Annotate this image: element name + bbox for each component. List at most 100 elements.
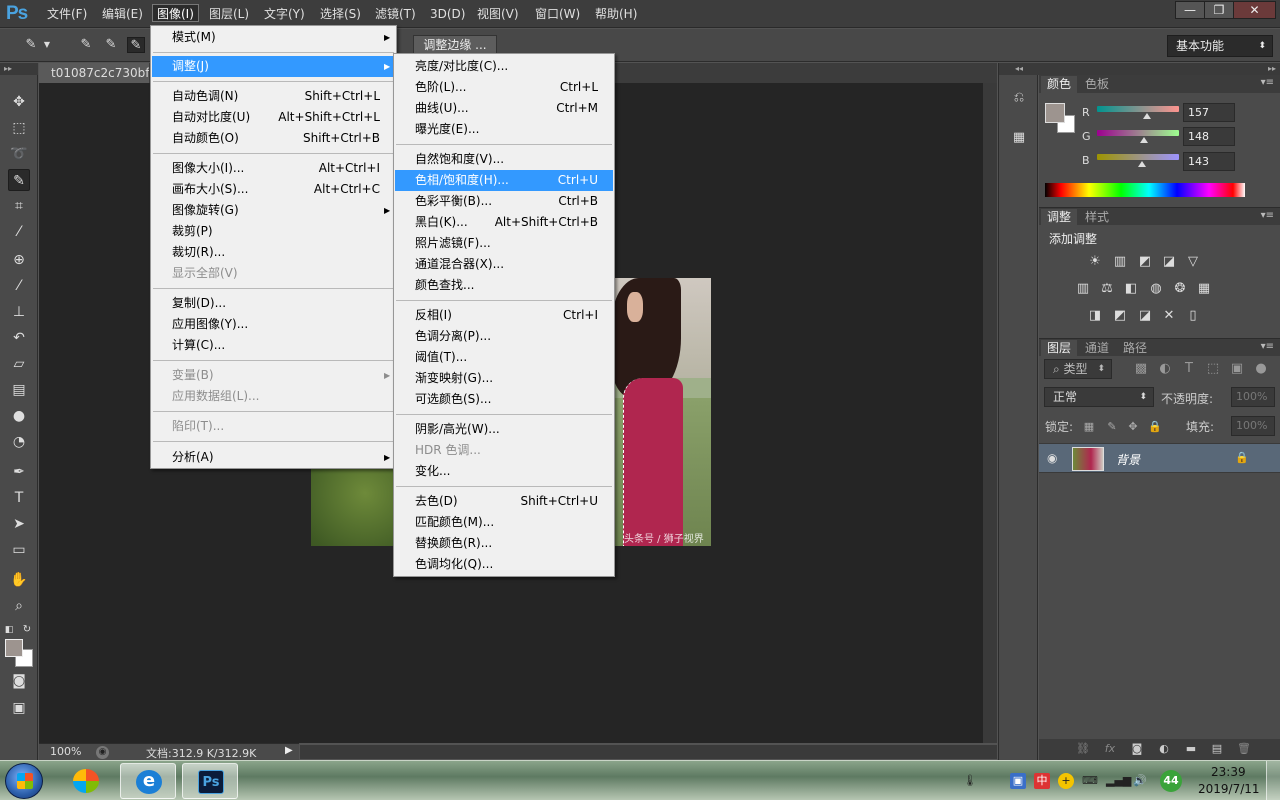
fill-field[interactable]: 100% xyxy=(1231,416,1275,436)
color-balance-icon[interactable]: ⚖ xyxy=(1097,280,1117,298)
menu-item-curves[interactable]: 曲线(U)... Ctrl+M xyxy=(395,98,613,119)
menu-item-equalize[interactable]: 色调均化(Q)... xyxy=(395,554,613,575)
hdr-toning-icon[interactable]: ▯ xyxy=(1183,307,1203,325)
menu-item-hue-saturation[interactable]: 色相/饱和度(H)... Ctrl+U xyxy=(395,170,613,191)
workspace-select[interactable]: 基本功能 ⬍ xyxy=(1167,35,1273,57)
layer-filter-select[interactable]: ⌕ 类型 ⬍ xyxy=(1044,359,1112,379)
menu-help[interactable]: 帮助(H) xyxy=(591,5,641,23)
menu-item-mode[interactable]: 模式(M) ▶ xyxy=(152,27,395,48)
link-layers-icon[interactable]: ⛓ xyxy=(1075,742,1091,756)
channel-mixer-icon[interactable]: ❂ xyxy=(1170,280,1190,298)
tab-paths[interactable]: 路径 xyxy=(1117,340,1153,357)
tab-layers[interactable]: 图层 xyxy=(1041,340,1078,357)
filter-shape-icon[interactable]: ⬚ xyxy=(1203,360,1223,378)
lock-transparent-icon[interactable]: ▦ xyxy=(1082,420,1096,434)
history-panel-icon[interactable]: ⎌ xyxy=(1008,87,1030,109)
menu-item-canvas-size[interactable]: 画布大小(S)... Alt+Ctrl+C xyxy=(152,179,395,200)
layer-row-background[interactable]: ◉ 背景 🔒 xyxy=(1039,443,1280,473)
taskbar-app-photoshop[interactable]: Ps xyxy=(182,763,238,799)
add-to-selection-icon[interactable]: ✎ xyxy=(102,37,120,53)
minimize-button[interactable]: — xyxy=(1175,1,1205,19)
menu-item-calculations[interactable]: 计算(C)... xyxy=(152,335,395,356)
menu-item-desaturate[interactable]: 去色(D) Shift+Ctrl+U xyxy=(395,491,613,512)
color-lookup-icon[interactable]: ▦ xyxy=(1194,280,1214,298)
properties-panel-icon[interactable]: ▦ xyxy=(1008,127,1030,149)
layer-style-icon[interactable]: fx xyxy=(1102,742,1118,756)
tray-app-icon[interactable]: ▣ xyxy=(1010,773,1026,789)
default-colors-icon[interactable]: ◧ xyxy=(2,619,16,641)
menu-3d[interactable]: 3D(D) xyxy=(426,5,469,23)
menu-item-apply-image[interactable]: 应用图像(Y)... xyxy=(152,314,395,335)
menu-item-shadows-highlights[interactable]: 阴影/高光(W)... xyxy=(395,419,613,440)
filter-toggle-icon[interactable]: ● xyxy=(1251,360,1271,378)
filter-smart-object-icon[interactable]: ▣ xyxy=(1227,360,1247,378)
subtract-selection-icon[interactable]: ✎ xyxy=(127,37,145,53)
chevron-down-icon[interactable]: ▼ xyxy=(38,37,56,53)
red-slider-thumb[interactable] xyxy=(1143,113,1151,119)
green-slider[interactable] xyxy=(1097,130,1179,136)
menu-item-black-white[interactable]: 黑白(K)... Alt+Shift+Ctrl+B xyxy=(395,212,613,233)
menu-layer[interactable]: 图层(L) xyxy=(205,5,253,23)
menu-item-image-size[interactable]: 图像大小(I)... Alt+Ctrl+I xyxy=(152,158,395,179)
delete-layer-icon[interactable]: 🗑 xyxy=(1236,742,1252,756)
tab-styles[interactable]: 样式 xyxy=(1079,209,1115,226)
blue-slider-thumb[interactable] xyxy=(1138,161,1146,167)
red-value-field[interactable]: 157 xyxy=(1183,103,1235,122)
zoom-tool-icon[interactable]: ⌕ xyxy=(8,595,30,617)
color-spectrum[interactable] xyxy=(1045,183,1245,197)
quick-selection-tool-icon[interactable]: ✎ xyxy=(8,169,30,191)
refine-edge-button[interactable]: 调整边缘 ... xyxy=(413,35,497,55)
menu-item-auto-color[interactable]: 自动颜色(O) Shift+Ctrl+B xyxy=(152,128,395,149)
menu-item-gradient-map[interactable]: 渐变映射(G)... xyxy=(395,368,613,389)
selective-color-icon[interactable]: ✕ xyxy=(1159,307,1179,325)
menu-item-color-lookup[interactable]: 颜色查找... xyxy=(395,275,613,296)
foreground-color-swatch[interactable] xyxy=(5,639,23,657)
panel-menu-icon[interactable]: ▾≡ xyxy=(1261,77,1274,88)
path-selection-tool-icon[interactable]: ➤ xyxy=(8,513,30,535)
menu-item-auto-tone[interactable]: 自动色调(N) Shift+Ctrl+L xyxy=(152,86,395,107)
panel-menu-icon[interactable]: ▾≡ xyxy=(1261,341,1274,352)
menu-item-vibrance[interactable]: 自然饱和度(V)... xyxy=(395,149,613,170)
dock-collapse-icon[interactable]: ◂◂ xyxy=(999,63,1039,75)
swap-colors-icon[interactable]: ↻ xyxy=(20,619,34,641)
blend-mode-select[interactable]: 正常 ⬍ xyxy=(1044,387,1154,407)
tab-channels[interactable]: 通道 xyxy=(1079,340,1115,357)
zoom-level[interactable]: 100% xyxy=(50,745,81,758)
menu-item-photo-filter[interactable]: 照片滤镜(F)... xyxy=(395,233,613,254)
eyedropper-tool-icon[interactable]: ⁄ xyxy=(8,221,30,243)
posterize-icon[interactable]: ◩ xyxy=(1110,307,1130,325)
hand-tool-icon[interactable]: ✋ xyxy=(8,569,30,591)
black-white-icon[interactable]: ◧ xyxy=(1121,280,1141,298)
vertical-scrollbar[interactable] xyxy=(983,83,997,743)
panel-collapse-icon[interactable]: ▸▸ xyxy=(1039,63,1280,75)
menu-item-variations[interactable]: 变化... xyxy=(395,461,613,482)
vibrance-icon[interactable]: ▥ xyxy=(1073,280,1093,298)
filter-pixel-icon[interactable]: ▩ xyxy=(1131,360,1151,378)
exposure-icon[interactable]: ◪ xyxy=(1159,253,1179,271)
lock-pixels-icon[interactable]: ✎ xyxy=(1105,420,1119,434)
blue-slider[interactable] xyxy=(1097,154,1179,160)
filter-type-icon[interactable]: T xyxy=(1179,360,1199,378)
menu-item-image-rotation[interactable]: 图像旋转(G) ▶ xyxy=(152,200,395,221)
network-signal-icon[interactable]: ▂▄▆ xyxy=(1106,773,1131,789)
tray-badge[interactable]: 44 xyxy=(1160,770,1182,792)
menu-window[interactable]: 窗口(W) xyxy=(531,5,584,23)
new-layer-icon[interactable]: ▤ xyxy=(1209,742,1225,756)
threshold-icon[interactable]: ◪ xyxy=(1135,307,1155,325)
blur-tool-icon[interactable]: ● xyxy=(8,405,30,427)
gradient-map-icon[interactable]: ▽ xyxy=(1183,253,1203,271)
green-slider-thumb[interactable] xyxy=(1140,137,1148,143)
close-button[interactable]: ✕ xyxy=(1233,1,1276,19)
quick-mask-icon[interactable]: ◙ xyxy=(8,670,30,692)
taskbar-app-media[interactable] xyxy=(58,763,114,799)
tab-color[interactable]: 颜色 xyxy=(1041,76,1078,93)
clone-stamp-tool-icon[interactable]: ⊥ xyxy=(8,301,30,323)
history-brush-tool-icon[interactable]: ↶ xyxy=(8,327,30,349)
status-menu-arrow-icon[interactable]: ▶ xyxy=(285,745,293,756)
menu-type[interactable]: 文字(Y) xyxy=(260,5,309,23)
lasso-tool-icon[interactable]: ➰ xyxy=(8,143,30,165)
photo-filter-icon[interactable]: ◍ xyxy=(1146,280,1166,298)
green-value-field[interactable]: 148 xyxy=(1183,127,1235,146)
show-desktop-button[interactable] xyxy=(1266,761,1280,800)
brush-tool-icon[interactable]: ⁄ xyxy=(8,275,30,297)
